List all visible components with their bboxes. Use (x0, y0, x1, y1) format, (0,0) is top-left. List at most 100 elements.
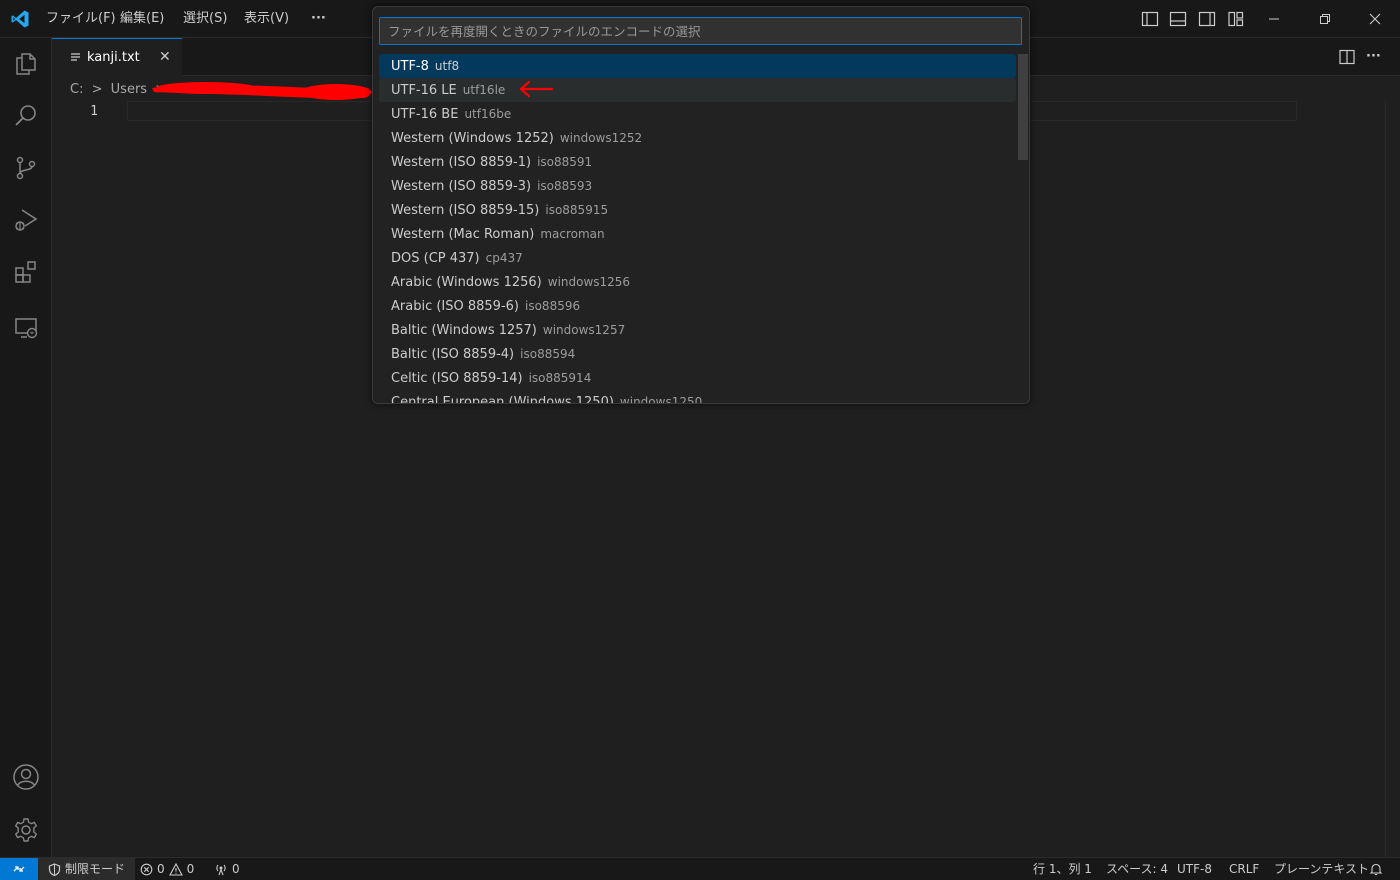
account-icon (13, 764, 39, 790)
encoding-option-id: windows1252 (559, 131, 643, 145)
encoding-option[interactable]: Celtic (ISO 8859-14) iso885914 (379, 366, 1016, 390)
encoding-option-label: Arabic (ISO 8859-6) (391, 299, 519, 314)
restore-icon (1320, 14, 1330, 24)
eol-button[interactable]: CRLF (1229, 858, 1259, 880)
problems-button[interactable]: 0 0 (140, 858, 194, 880)
encoding-option-id: iso88594 (520, 347, 576, 361)
editor-more-actions-button[interactable]: ··· (1366, 45, 1381, 69)
encoding-option[interactable]: Western (ISO 8859-15) iso885915 (379, 198, 1016, 222)
encoding-option-label: Celtic (ISO 8859-14) (391, 371, 523, 386)
tab-label: kanji.txt (87, 50, 140, 65)
encoding-option-label: Western (ISO 8859-15) (391, 203, 540, 218)
encoding-option[interactable]: UTF-16 LE utf16le (379, 78, 1016, 102)
toggle-primary-sidebar-icon[interactable] (1141, 10, 1159, 28)
encoding-option[interactable]: Arabic (Windows 1256) windows1256 (379, 270, 1016, 294)
broadcast-icon (216, 864, 226, 875)
encoding-option-label: UTF-8 (391, 59, 429, 74)
tab-kanji-txt[interactable]: kanji.txt ✕ (52, 38, 182, 76)
encoding-option[interactable]: Western (Windows 1252) windows1252 (379, 126, 1016, 150)
settings-gear-icon (15, 818, 37, 842)
restore-button[interactable] (1302, 0, 1348, 38)
encoding-option-id: iso885914 (528, 371, 592, 385)
encoding-option[interactable]: Central European (Windows 1250) windows12… (379, 390, 1016, 404)
quick-pick-input[interactable] (379, 17, 1022, 45)
status-bar: 制限モード 0 0 0 行 1、列 1 スペース: 4 UTF-8 CRLF プ… (0, 857, 1400, 880)
encoding-quick-pick: UTF-8 utf8 UTF-16 LE utf16le UTF-16 BE utf16b… (372, 6, 1030, 404)
encoding-option-label: Baltic (ISO 8859-4) (391, 347, 515, 362)
menu-edit[interactable]: 編集(E) (114, 0, 170, 38)
encoding-option-label: UTF-16 LE (391, 83, 457, 98)
menu-selection[interactable]: 選択(S) (177, 0, 233, 38)
customize-layout-icon[interactable] (1227, 10, 1245, 28)
minimize-icon (1269, 18, 1279, 20)
activity-source-control[interactable] (0, 142, 52, 194)
encoding-option[interactable]: Baltic (Windows 1257) windows1257 (379, 318, 1016, 342)
restricted-mode-button[interactable]: 制限モード (38, 858, 136, 880)
menu-more[interactable]: ··· (305, 0, 332, 38)
source-control-icon (16, 156, 36, 180)
encoding-option[interactable]: UTF-8 utf8 (379, 54, 1016, 78)
activity-remote-explorer[interactable] (0, 302, 52, 354)
activity-accounts[interactable] (0, 751, 52, 803)
encoding-option[interactable]: DOS (CP 437) cp437 (379, 246, 1016, 270)
menu-file[interactable]: ファイル(F) (40, 0, 122, 38)
extensions-icon (15, 261, 36, 283)
encoding-option-id: utf16le (462, 83, 506, 97)
tab-close-button[interactable]: ✕ (159, 39, 171, 76)
toggle-panel-icon[interactable] (1169, 10, 1187, 28)
remote-icon (13, 866, 25, 872)
encoding-option[interactable]: UTF-16 BE utf16be (379, 102, 1016, 126)
encoding-option[interactable]: Arabic (ISO 8859-6) iso88596 (379, 294, 1016, 318)
warning-count: 0 (186, 862, 195, 876)
restricted-mode-label: 制限モード (65, 862, 126, 876)
encoding-button[interactable]: UTF-8 (1177, 858, 1212, 880)
encoding-option-id: iso88596 (525, 299, 581, 313)
menu-view[interactable]: 表示(V) (238, 0, 295, 38)
activity-extensions[interactable] (0, 246, 52, 298)
minimize-button[interactable] (1251, 0, 1297, 38)
ports-count: 0 (232, 862, 240, 876)
notifications-button[interactable] (1369, 858, 1383, 880)
cursor-position-button[interactable]: 行 1、列 1 (1033, 858, 1092, 880)
encoding-option-id: utf16be (464, 107, 512, 121)
language-mode-button[interactable]: プレーンテキスト (1274, 858, 1369, 880)
activity-search[interactable] (0, 90, 52, 142)
breadcrumb-folder-users[interactable]: Users (111, 82, 147, 97)
encoding-list: UTF-8 utf8 UTF-16 LE utf16le UTF-16 BE utf16b… (379, 54, 1016, 404)
activity-explorer[interactable] (0, 38, 52, 90)
quick-pick-scrollbar-thumb[interactable] (1018, 54, 1028, 160)
editor-vertical-ruler (1385, 101, 1386, 857)
encoding-option-id: windows1256 (547, 275, 631, 289)
activity-manage[interactable] (0, 804, 52, 856)
split-editor-icon[interactable] (1338, 48, 1356, 66)
encoding-option[interactable]: Western (ISO 8859-3) iso88593 (379, 174, 1016, 198)
encoding-option[interactable]: Baltic (ISO 8859-4) iso88594 (379, 342, 1016, 366)
files-icon (16, 53, 36, 75)
text-file-icon (70, 52, 81, 63)
encoding-option-label: Western (Mac Roman) (391, 227, 535, 242)
search-icon (15, 105, 36, 126)
encoding-option-label: Arabic (Windows 1256) (391, 275, 542, 290)
run-debug-icon (15, 209, 38, 231)
encoding-option-id: iso88591 (537, 155, 593, 169)
close-window-button[interactable] (1352, 0, 1398, 38)
remote-indicator-button[interactable] (0, 858, 38, 880)
indentation-button[interactable]: スペース: 4 (1106, 858, 1168, 880)
encoding-option-id: cp437 (485, 251, 523, 265)
encoding-option-id: utf8 (434, 59, 460, 73)
line-number: 1 (90, 104, 98, 119)
vscode-logo-icon (10, 9, 30, 29)
error-icon (140, 863, 153, 875)
encoding-option-label: Central European (Windows 1250) (391, 395, 614, 404)
encoding-option-label: DOS (CP 437) (391, 251, 480, 266)
encoding-option-label: Baltic (Windows 1257) (391, 323, 537, 338)
toggle-secondary-sidebar-icon[interactable] (1198, 10, 1216, 28)
encoding-option-id: iso88593 (537, 179, 593, 193)
warning-icon (168, 862, 183, 876)
encoding-option[interactable]: Western (Mac Roman) macroman (379, 222, 1016, 246)
encoding-option[interactable]: Western (ISO 8859-1) iso88591 (379, 150, 1016, 174)
encoding-option-label: Western (Windows 1252) (391, 131, 554, 146)
activity-run-debug[interactable] (0, 194, 52, 246)
breadcrumb-drive[interactable]: C: (70, 82, 83, 97)
ports-button[interactable]: 0 (214, 858, 240, 880)
